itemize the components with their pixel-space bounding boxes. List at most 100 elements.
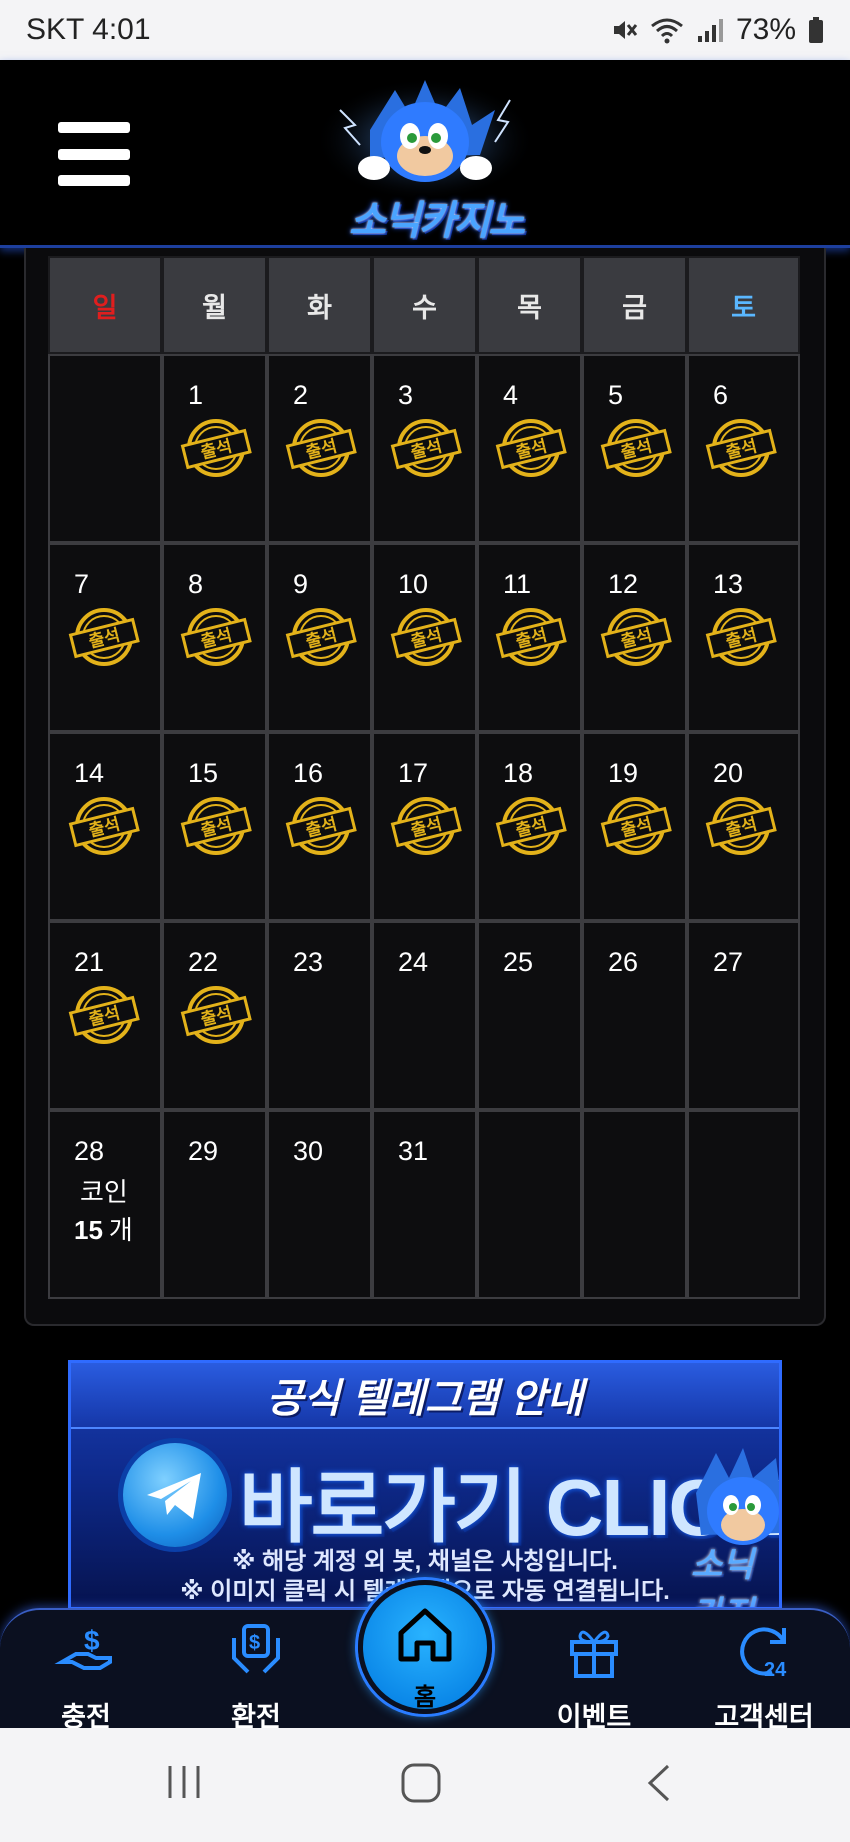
nav-event[interactable]: 이벤트 [524,1618,664,1734]
day-number: 4 [503,380,519,410]
day-number: 6 [713,380,729,410]
calendar-empty-cell [687,1110,800,1299]
calendar-day-cell: 20 출석 [687,732,800,921]
calendar-day-cell: 17 출석 [372,732,477,921]
coin-count-value: 15 [74,1215,103,1245]
battery-icon [808,16,824,44]
calendar-day-cell: 7 출석 [48,543,162,732]
calendar-day-cell: 16 출석 [267,732,372,921]
weekday-wed: 수 [372,256,477,354]
calendar-day-cell: 31 [372,1110,477,1299]
weekday-thu: 목 [477,256,582,354]
day-number: 29 [188,1136,219,1166]
attendance-stamp-icon: 출석 [495,608,567,666]
status-icons: 73% [610,13,824,47]
calendar-day-cell: 1 출석 [162,354,267,543]
weekday-sun: 일 [48,256,162,354]
svg-text:24: 24 [764,1659,787,1681]
telegram-icon [123,1443,227,1547]
banner-title-bar: 공식 텔레그램 안내 [71,1363,779,1429]
day-number: 10 [398,569,429,599]
day-number: 22 [188,947,219,977]
calendar-day-cell: 18 출석 [477,732,582,921]
withdraw-icon: $ [232,1624,280,1674]
wifi-icon [650,16,684,44]
calendar-weekday-header: 일 월 화 수 목 금 토 [48,256,800,354]
carrier-time: SKT 4:01 [26,13,151,46]
calendar-day-cell: 6 출석 [687,354,800,543]
day-number: 2 [293,380,309,410]
home-circle-icon[interactable] [400,1762,442,1809]
day-number: 5 [608,380,624,410]
weekday-mon: 월 [162,256,267,354]
attendance-stamp-icon: 출석 [390,608,462,666]
day-number: 7 [74,569,90,599]
attendance-calendar: 일 월 화 수 목 금 토 1 출석 2 출석 3 출석 4 출석 5 출석 6 출석 7 출석 8 출석 9 출… [48,256,800,1299]
attendance-stamp-icon: 출석 [180,986,252,1044]
day-number: 13 [713,569,744,599]
day-number: 25 [503,947,534,977]
attendance-stamp-icon: 출석 [68,797,140,855]
attendance-stamp-icon: 출석 [68,986,140,1044]
calendar-day-cell: 11 출석 [477,543,582,732]
calendar-day-cell: 24 [372,921,477,1110]
hamburger-menu-icon[interactable] [58,122,130,186]
attendance-stamp-icon: 출석 [600,797,672,855]
day-number: 31 [398,1136,429,1166]
calendar-day-cell: 3 출석 [372,354,477,543]
day-number: 15 [188,758,219,788]
day-number: 27 [713,947,744,977]
svg-text:$: $ [84,1625,100,1656]
site-header: 소닉카지노 [0,60,850,248]
calendar-day-cell: 9 출석 [267,543,372,732]
site-logo[interactable]: 소닉카지노 [300,70,550,245]
day-number: 28 [74,1136,105,1166]
telegram-banner[interactable]: 공식 텔레그램 안내 바로가기 CLICK ※ 해당 계정 외 봇, 채널은 사… [68,1360,782,1610]
attendance-stamp-icon: 출석 [285,797,357,855]
nav-home-label: 홈 [413,1684,437,1711]
attendance-stamp-icon: 출석 [495,419,567,477]
day-number: 30 [293,1136,324,1166]
calendar-day-cell: 5 출석 [582,354,687,543]
calendar-day-cell: 28 코인 15 개 [48,1110,162,1299]
attendance-stamp-icon: 출석 [705,608,777,666]
weekday-fri: 금 [582,256,687,354]
logo-text: 소닉카지노 [349,199,525,243]
day-number: 11 [503,569,532,599]
nav-support[interactable]: 24 고객센터 [694,1618,834,1734]
status-bar: SKT 4:01 73% [0,0,850,60]
deposit-icon: $ [54,1625,112,1670]
weekday-sat: 토 [687,256,800,354]
nav-withdraw[interactable]: $ 환전 [186,1618,326,1734]
calendar-day-cell: 26 [582,921,687,1110]
nav-deposit[interactable]: $ 충전 [16,1618,156,1734]
day-number: 24 [398,947,429,977]
coin-label: 코인 [80,1177,128,1207]
recent-apps-icon[interactable] [164,1762,204,1807]
attendance-stamp-icon: 출석 [705,797,777,855]
day-number: 21 [74,947,105,977]
home-icon [398,1608,452,1662]
calendar-day-cell: 21 출석 [48,921,162,1110]
battery-text: 73% [735,13,796,46]
calendar-day-cell: 27 [687,921,800,1110]
signal-icon [696,16,724,44]
attendance-stamp-icon: 출석 [495,797,567,855]
attendance-stamp-icon: 출석 [180,797,252,855]
day-number: 18 [503,758,534,788]
calendar-day-cell: 8 출석 [162,543,267,732]
calendar-day-cell: 30 [267,1110,372,1299]
mute-icon [610,16,638,44]
coin-count-unit: 개 [108,1215,133,1245]
attendance-stamp-icon: 출석 [285,608,357,666]
day-number: 3 [398,380,414,410]
day-number: 1 [188,380,204,410]
gift-icon [570,1630,618,1678]
calendar-day-cell: 10 출석 [372,543,477,732]
banner-mascot-text: 소닉카지 [691,1546,754,1607]
nav-home[interactable]: 홈 [358,1580,492,1714]
back-icon[interactable] [644,1762,674,1809]
day-number: 12 [608,569,639,599]
day-number: 20 [713,758,744,788]
day-number: 17 [398,758,429,788]
